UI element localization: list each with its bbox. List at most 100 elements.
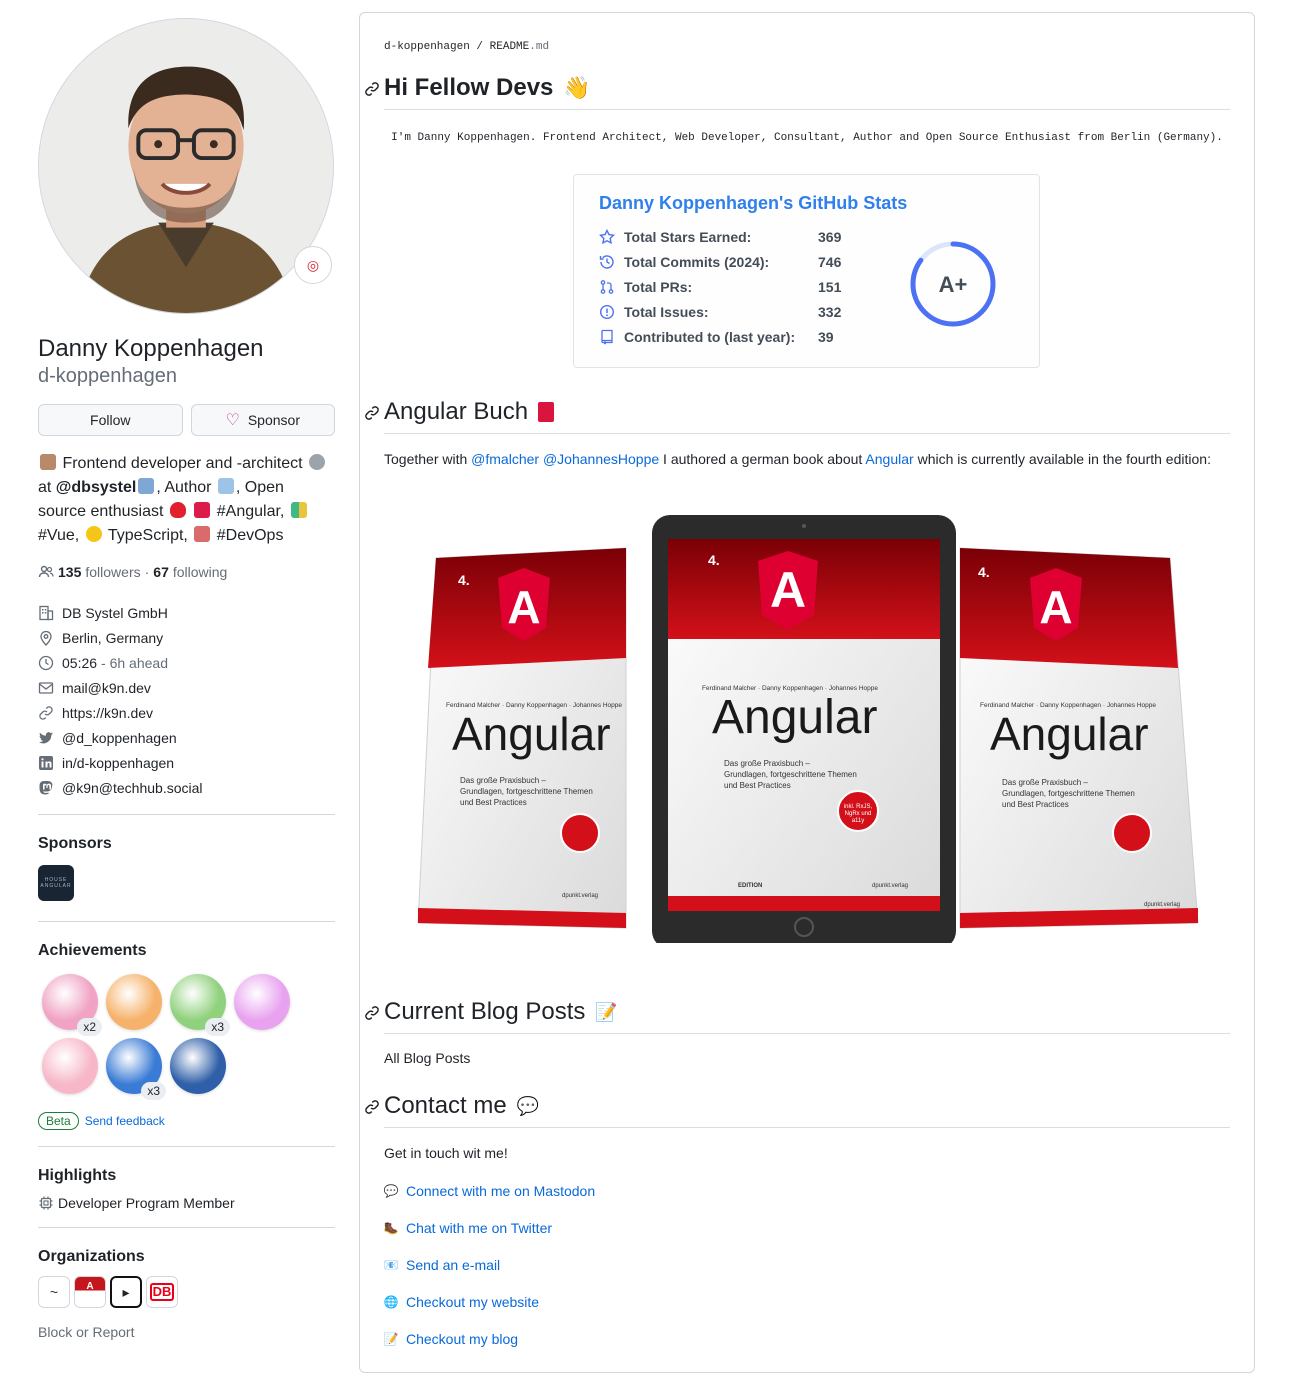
bio-text-5: source enthusiast (38, 503, 168, 520)
clock-icon (38, 655, 54, 670)
profile-details: DB Systel GmbH Berlin, Germany 05:26 - 6… (38, 600, 335, 800)
book-subtitle-text: und Best Practices (460, 798, 527, 807)
breadcrumb-separator: / (469, 41, 490, 53)
contact-emoji-icon: 📝 (383, 1331, 399, 1346)
email-link[interactable]: mail@k9n.dev (62, 680, 151, 696)
achievement-pull-shark[interactable]: x2 (42, 974, 102, 1036)
contact-link-twitter[interactable]: Chat with me on Twitter (406, 1220, 552, 1236)
rocket-emoji-icon (194, 526, 211, 542)
achievements-heading: Achievements (38, 942, 147, 959)
book-cover-left: A 4. Ferdinand Malcher · Danny Koppenhag… (417, 547, 627, 929)
mention-fmalcher-link[interactable]: @fmalcher (471, 451, 539, 467)
organizations-list: ~ A ▸ DB (38, 1276, 335, 1308)
achievement-pair-extraordinaire[interactable]: x3 (170, 974, 230, 1036)
contact-item: 📧 Send an e-mail (384, 1246, 595, 1283)
bio-text-4: , Open (235, 479, 284, 496)
all-blog-posts-link[interactable]: All Blog Posts (384, 1048, 470, 1068)
detail-mastodon: @k9n@techhub.social (38, 775, 335, 800)
follow-label: Follow (90, 412, 131, 428)
book-publisher-text: dpunkt.verlag (1144, 902, 1180, 908)
status-emoji-badge[interactable]: ◎ (294, 246, 332, 284)
contact-link-blog[interactable]: Checkout my blog (406, 1331, 518, 1347)
developer-program-member-label[interactable]: Developer Program Member (58, 1195, 235, 1211)
org-signature[interactable]: ~ (38, 1276, 70, 1308)
website-link[interactable]: https://k9n.dev (62, 705, 153, 721)
stats-row-commits: Total Commits (2024): 746 (599, 252, 841, 272)
anchor-link-icon[interactable] (364, 1099, 380, 1115)
stats-label: Total PRs: (624, 279, 693, 295)
contact-item: 📝 Checkout my blog (384, 1320, 595, 1357)
angular-book-image[interactable]: A 4. Ferdinand Malcher · Danny Koppenhag… (408, 503, 1208, 943)
book-title-text: Angular (712, 691, 877, 744)
mention-johanneshoppe-link[interactable]: @JohannesHoppe (543, 451, 659, 467)
achievement-yolo[interactable] (234, 974, 290, 1030)
following-count[interactable]: 67 (153, 564, 169, 580)
avatar[interactable] (38, 18, 334, 314)
bio-text-9: #DevOps (212, 527, 284, 544)
book-edition-text: 4. (708, 552, 720, 568)
anchor-link-icon[interactable] (364, 1005, 380, 1021)
twitter-link[interactable]: @d_koppenhagen (62, 730, 177, 746)
heading-text: Contact me (384, 1092, 507, 1119)
achievements-beta-line: Beta Send feedback (38, 1112, 335, 1130)
book-subtitle-text: Das große Praxisbuch – (460, 776, 546, 785)
profile-actions: Follow ♡ Sponsor (38, 404, 335, 436)
book-imprint-text: EDITION (738, 883, 762, 889)
mastodon-link[interactable]: @k9n@techhub.social (62, 780, 203, 796)
issue-icon (599, 304, 615, 320)
breadcrumb-file: README (489, 41, 530, 53)
achievement-starstruck[interactable]: x3 (106, 1038, 166, 1100)
sidebar-divider (38, 921, 335, 922)
profile-username: d-koppenhagen (38, 365, 178, 387)
book-edition-text: 4. (458, 572, 470, 588)
followers-count[interactable]: 135 (58, 564, 81, 580)
github-stats-card[interactable]: Danny Koppenhagen's GitHub Stats Total S… (573, 174, 1040, 368)
sidebar-divider (38, 1227, 335, 1228)
follow-button[interactable]: Follow (38, 404, 183, 436)
memo-icon: 📝 (595, 1002, 618, 1022)
anchor-link-icon[interactable] (364, 405, 380, 421)
contact-links-list: 💬 Connect with me on Mastodon 🥾 Chat with m… (384, 1172, 596, 1357)
send-feedback-link[interactable]: Send feedback (85, 1114, 165, 1128)
anchor-link-icon[interactable] (364, 81, 380, 97)
local-time-text: 05:26 (62, 654, 98, 671)
organizations-section: Organizations ~ A ▸ DB Block or Report (38, 1248, 335, 1340)
followers-label[interactable]: followers (85, 564, 140, 580)
org-cursor[interactable]: ▸ (110, 1276, 142, 1308)
breadcrumb-owner[interactable]: d-koppenhagen (384, 41, 470, 53)
detail-website: https://k9n.dev (38, 700, 335, 725)
achievement-public-sponsor[interactable] (42, 1038, 98, 1094)
link-icon (39, 705, 53, 720)
achievement-count-badge: x3 (205, 1018, 230, 1036)
linkedin-link[interactable]: in/d-koppenhagen (62, 755, 174, 771)
angular-link[interactable]: Angular (865, 451, 913, 467)
org-angular-glyph: A (86, 1280, 94, 1292)
achievement-arctic-code-vault[interactable] (170, 1038, 226, 1094)
sponsor-tile-text: HOUSE ANGULAR (40, 877, 72, 889)
book-subtitle-text: Das große Praxisbuch – (724, 759, 810, 768)
heading-text: Angular Buch (384, 398, 529, 425)
org-angular-buch[interactable]: A (74, 1276, 106, 1308)
block-or-report-link[interactable]: Block or Report (38, 1324, 335, 1340)
highlights-heading: Highlights (38, 1167, 117, 1184)
bio-text-8: TypeScript, (103, 527, 193, 544)
contact-link-website[interactable]: Checkout my website (406, 1294, 539, 1310)
book-subtitle-text: Grundlagen, fortgeschrittene Themen (724, 770, 857, 779)
contact-link-email[interactable]: Send an e-mail (406, 1257, 500, 1273)
book-emoji-icon (217, 478, 234, 494)
intro-text: I'm Danny Koppenhagen. Frontend Architec… (391, 132, 1223, 144)
achievement-yolo-cowboy[interactable] (106, 974, 162, 1030)
heading-contact-me: Contact me 💬 (365, 1091, 1230, 1128)
org-db[interactable]: DB (146, 1276, 178, 1308)
sponsor-house-angular[interactable]: HOUSE ANGULAR (38, 865, 74, 901)
target-icon: ◎ (306, 256, 320, 273)
contact-link-mastodon[interactable]: Connect with me on Mastodon (406, 1183, 595, 1199)
cpu-icon (39, 1196, 53, 1210)
following-label[interactable]: following (173, 564, 227, 580)
mail-icon (38, 681, 54, 694)
sponsor-button[interactable]: ♡ Sponsor (190, 404, 335, 436)
bio-org-mention[interactable]: @dbsystel (56, 479, 137, 496)
contact-intro: Get in touch wit me! (384, 1145, 508, 1161)
book-title-text: Angular (990, 708, 1149, 760)
stats-value: 332 (818, 304, 842, 320)
